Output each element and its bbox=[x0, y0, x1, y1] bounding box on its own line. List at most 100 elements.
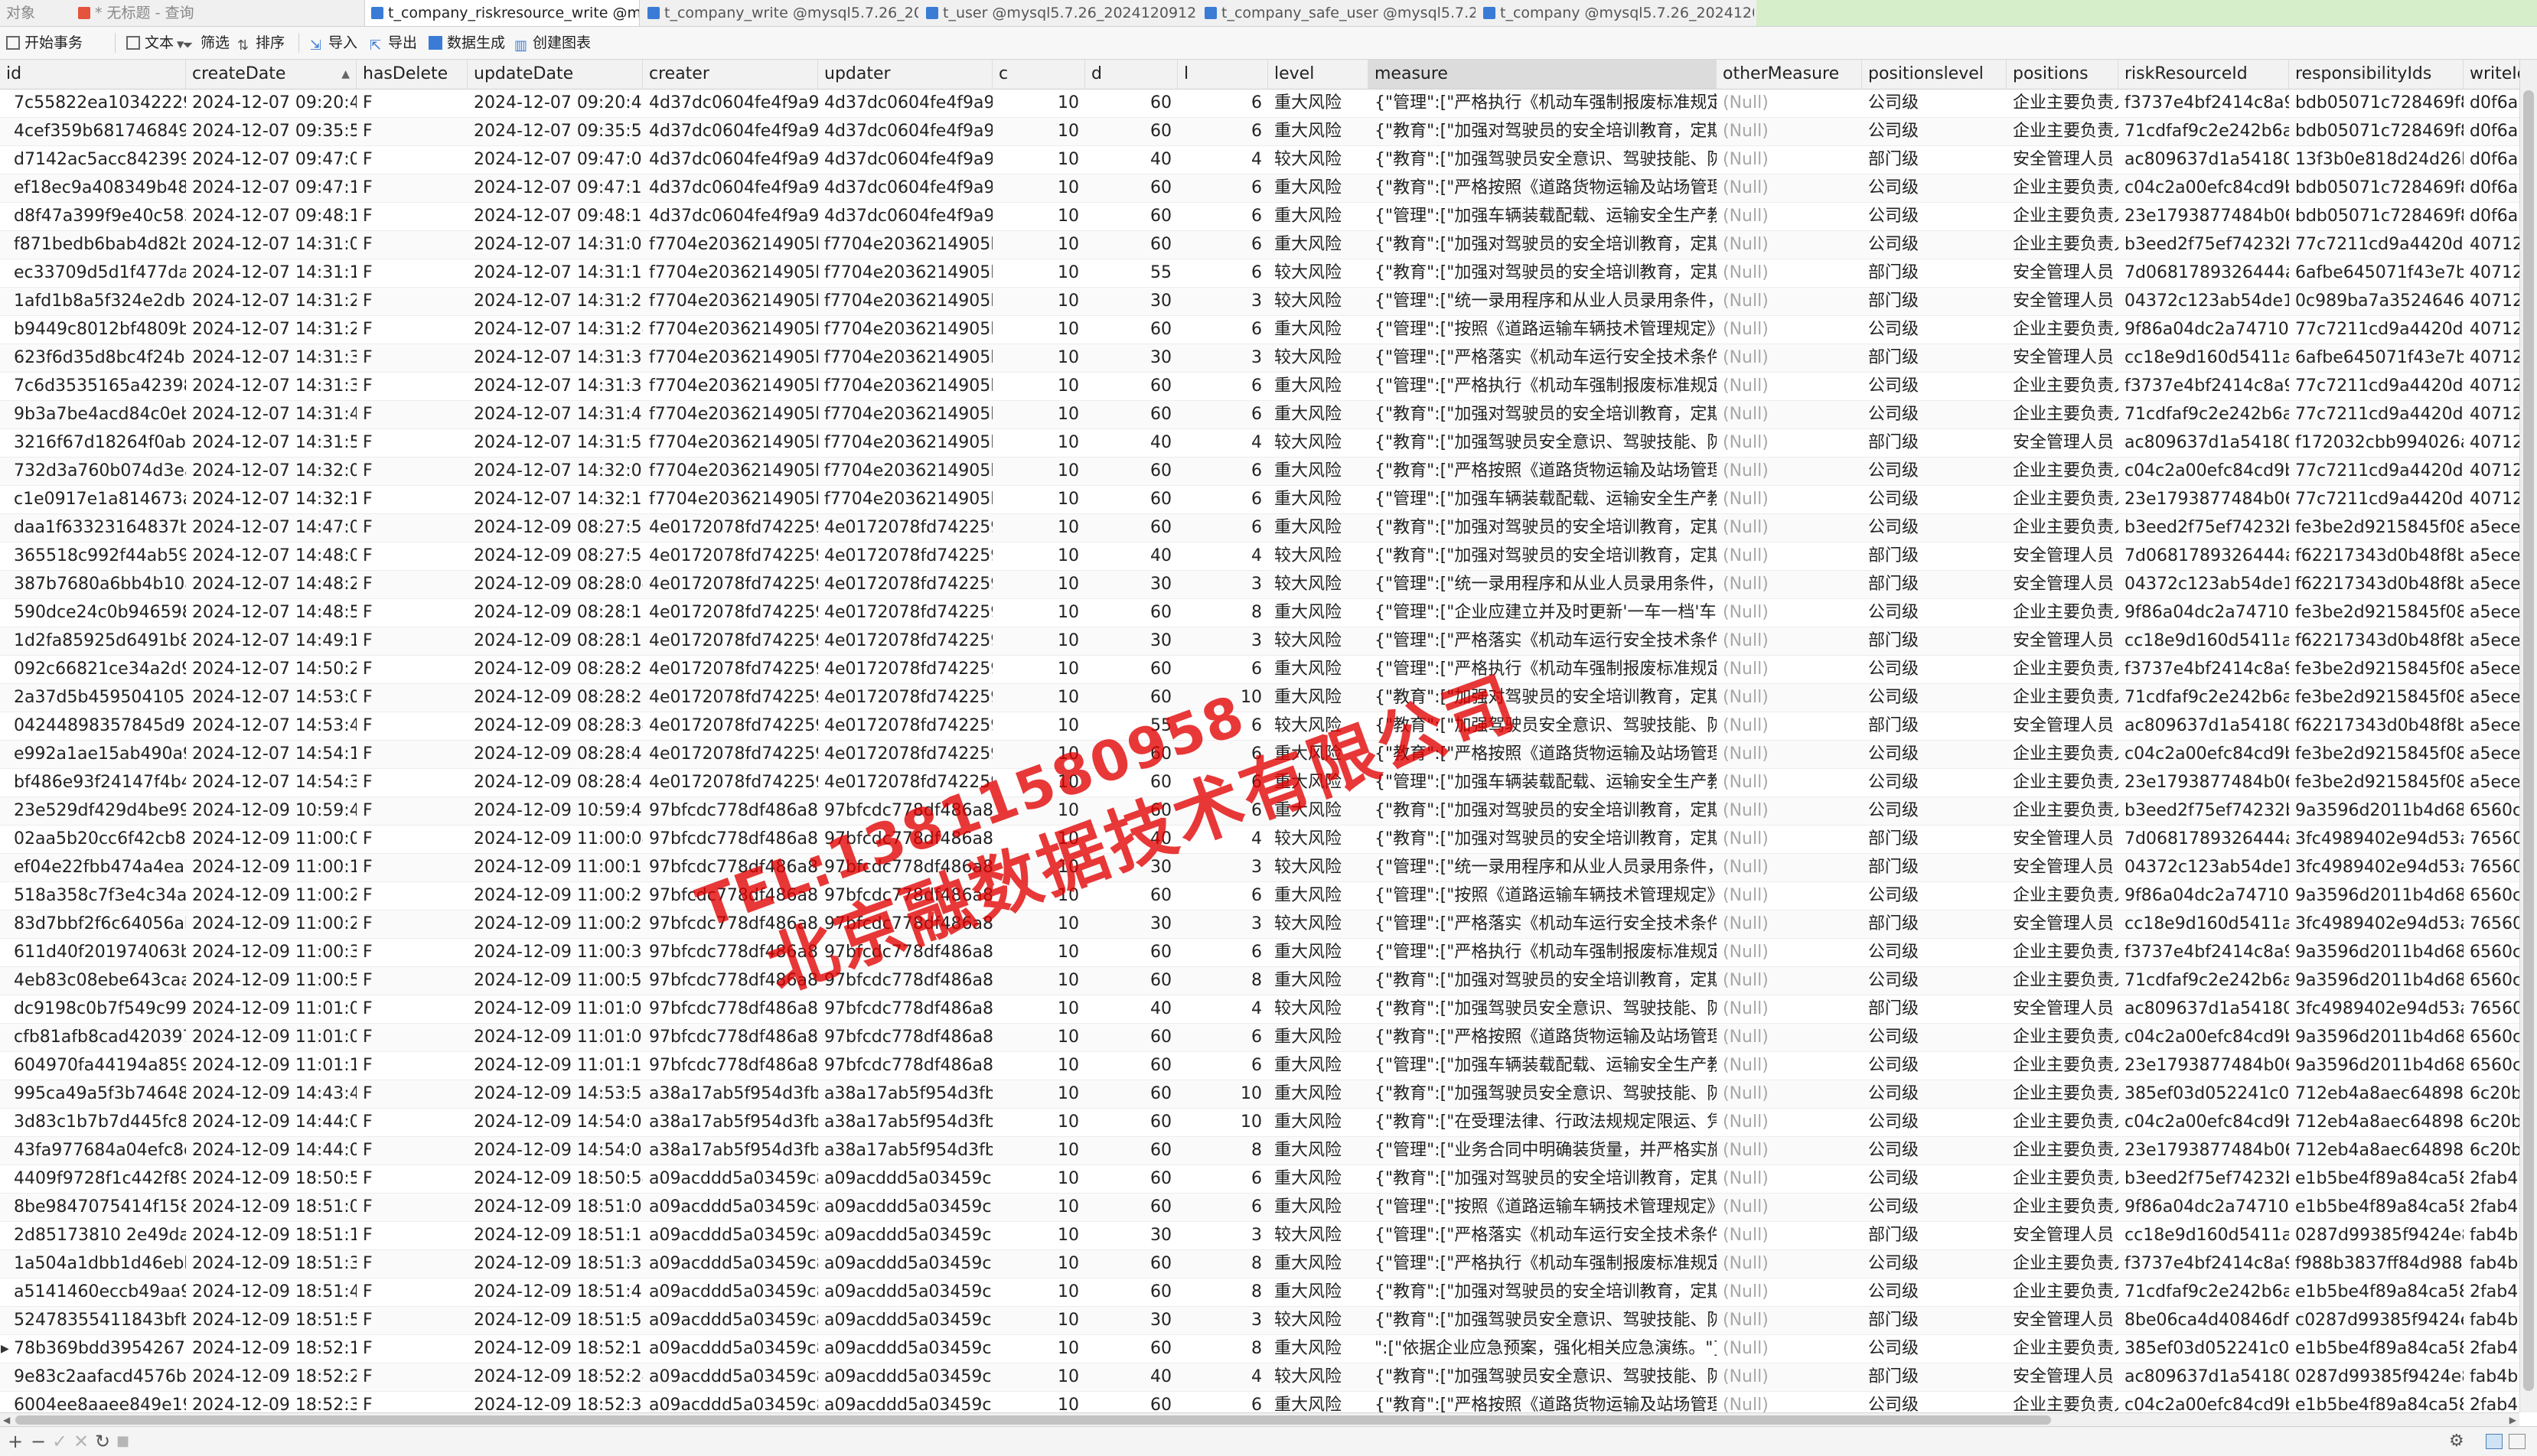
cell-id[interactable]: 3216f67d18264f0ab6 bbox=[8, 429, 186, 457]
cell-creater[interactable]: 4e0172078fd742259 bbox=[643, 542, 818, 570]
cell-responsibility-ids[interactable]: e1b5be4f89a84ca58 bbox=[2289, 1278, 2464, 1306]
cell-measure[interactable]: {"管理":["严格落实《机动车运行安全技术条件》 bbox=[1368, 910, 1717, 938]
cell-level[interactable]: 较大风险 bbox=[1268, 288, 1368, 315]
cell-measure[interactable]: {"教育":["严格按照《道路货物运输及站场管理 bbox=[1368, 174, 1717, 202]
cell-other-measure[interactable]: (Null) bbox=[1717, 1080, 1862, 1108]
vertical-scroll-thumb[interactable] bbox=[2523, 90, 2534, 1391]
cell-level[interactable]: 重大风险 bbox=[1268, 231, 1368, 259]
cell-id[interactable]: a5141460eccb49aa91 bbox=[8, 1278, 186, 1306]
cell-responsibility-ids[interactable]: 712eb4a8aec648989 bbox=[2289, 1137, 2464, 1164]
cell-level[interactable]: 重大风险 bbox=[1268, 1165, 1368, 1193]
cell-updater[interactable]: 4e0172078fd742259 bbox=[818, 627, 993, 655]
cell-positions-level[interactable]: 部门级 bbox=[1862, 542, 2007, 570]
cell-has-delete[interactable]: F bbox=[357, 882, 468, 910]
cell-id[interactable]: 7c55822ea10342229 bbox=[8, 90, 186, 117]
cell-d[interactable]: 30 bbox=[1085, 1222, 1178, 1249]
cell-l[interactable]: 6 bbox=[1178, 514, 1268, 542]
cell-d[interactable]: 30 bbox=[1085, 344, 1178, 372]
cell-id[interactable]: cfb81afb8cad420397 bbox=[8, 1024, 186, 1051]
cell-responsibility-ids[interactable]: 9a3596d2011b4d68b bbox=[2289, 1052, 2464, 1080]
table-row[interactable]: f871bedb6bab4d82b 2024-12-07 14:31:05 F 202… bbox=[0, 231, 2519, 259]
cell-has-delete[interactable]: F bbox=[357, 174, 468, 202]
cell-responsibility-ids[interactable]: 13f3b0e818d24d26b bbox=[2289, 146, 2464, 174]
table-row[interactable]: 2d85173810 2e49dab 2024-12-09 18:51:18 F 20… bbox=[0, 1222, 2519, 1250]
cell-create-date[interactable]: 2024-12-09 11:01:02 bbox=[186, 995, 357, 1023]
cell-positions[interactable]: 安全管理人员 bbox=[2007, 854, 2118, 881]
cell-positions[interactable]: 安全管理人员 bbox=[2007, 712, 2118, 740]
cell-risk-resource-id[interactable]: f3737e4bf2414c8a9c bbox=[2118, 939, 2289, 966]
cell-level[interactable]: 重大风险 bbox=[1268, 882, 1368, 910]
cell-l[interactable]: 4 bbox=[1178, 1363, 1268, 1391]
cell-write-id[interactable]: 40712 bbox=[2464, 231, 2519, 259]
table-row[interactable]: 9e83c2aafacd4576b0 2024-12-09 18:52:24 F 20… bbox=[0, 1363, 2519, 1392]
cell-id[interactable]: daa1f63323164837bc bbox=[8, 514, 186, 542]
cell-id[interactable]: 387b7680a6bb4b10a bbox=[8, 571, 186, 598]
cell-write-id[interactable]: 76560c bbox=[2464, 995, 2519, 1023]
cell-risk-resource-id[interactable]: c04c2a00efc84cd9bf bbox=[2118, 1392, 2289, 1412]
cell-creater[interactable]: 4e0172078fd742259 bbox=[643, 769, 818, 796]
cell-write-id[interactable]: 6560c bbox=[2464, 967, 2519, 995]
cell-risk-resource-id[interactable]: 7d0681789326444a9 bbox=[2118, 259, 2289, 287]
cell-positions[interactable]: 企业主要负责人 bbox=[2007, 1109, 2118, 1136]
cell-measure[interactable]: {"管理":["严格执行《机动车强制报废标准规定》 bbox=[1368, 939, 1717, 966]
cell-has-delete[interactable]: F bbox=[357, 514, 468, 542]
cell-create-date[interactable]: 2024-12-07 14:31:13 bbox=[186, 259, 357, 287]
cell-positions-level[interactable]: 公司级 bbox=[1862, 741, 2007, 768]
cell-d[interactable]: 40 bbox=[1085, 542, 1178, 570]
cell-create-date[interactable]: 2024-12-07 14:48:50 bbox=[186, 599, 357, 627]
cell-creater[interactable]: 97bfcdc778df486a89 bbox=[643, 995, 818, 1023]
cell-positions-level[interactable]: 部门级 bbox=[1862, 146, 2007, 174]
stop-button[interactable]: ■ bbox=[116, 1427, 129, 1456]
cell-id[interactable]: f871bedb6bab4d82b bbox=[8, 231, 186, 259]
cell-other-measure[interactable]: (Null) bbox=[1717, 486, 1862, 513]
cell-positions[interactable]: 安全管理人员 bbox=[2007, 1363, 2118, 1391]
cell-positions[interactable]: 企业主要负责人 bbox=[2007, 486, 2118, 513]
cell-creater[interactable]: f7704e2036214905b bbox=[643, 373, 818, 400]
cell-id[interactable]: ef04e22fbb474a4ea7 bbox=[8, 854, 186, 881]
cell-id[interactable]: 732d3a760b074d3ea bbox=[8, 458, 186, 485]
cell-measure[interactable]: {"管理":["加强车辆装载配载、运输安全生产教 bbox=[1368, 1052, 1717, 1080]
cell-responsibility-ids[interactable]: f62217343d0b48f8b bbox=[2289, 571, 2464, 598]
cell-other-measure[interactable]: (Null) bbox=[1717, 854, 1862, 881]
cell-creater[interactable]: a09acddd5a03459c8 bbox=[643, 1222, 818, 1249]
cell-d[interactable]: 60 bbox=[1085, 373, 1178, 400]
import-button[interactable]: ⇲ 导入 bbox=[310, 27, 357, 59]
table-row[interactable]: bf486e93f24147f4b4 2024-12-07 14:54:37 F 20… bbox=[0, 769, 2519, 797]
table-row[interactable]: 1d2fa85925d6491b8 2024-12-07 14:49:19 F 202… bbox=[0, 627, 2519, 656]
column-header-other-measure[interactable]: otherMeasure bbox=[1717, 60, 1862, 89]
cell-id[interactable]: d8f47a399f9e40c583 bbox=[8, 203, 186, 230]
cell-create-date[interactable]: 2024-12-09 18:51:08 bbox=[186, 1194, 357, 1221]
cell-other-measure[interactable]: (Null) bbox=[1717, 259, 1862, 287]
cell-level[interactable]: 较大风险 bbox=[1268, 571, 1368, 598]
cell-level[interactable]: 重大风险 bbox=[1268, 486, 1368, 513]
cell-update-date[interactable]: 2024-12-09 08:28:11 bbox=[468, 599, 643, 627]
cell-l[interactable]: 6 bbox=[1178, 1392, 1268, 1412]
cell-positions[interactable]: 企业主要负责人 bbox=[2007, 1024, 2118, 1051]
cell-positions-level[interactable]: 公司级 bbox=[1862, 1024, 2007, 1051]
cell-responsibility-ids[interactable]: 77c7211cd9a4420d9 bbox=[2289, 316, 2464, 344]
cell-c[interactable]: 10 bbox=[993, 90, 1085, 117]
cell-measure[interactable]: {"教育":["加强驾驶员安全意识、驾驶技能、防 bbox=[1368, 712, 1717, 740]
cell-risk-resource-id[interactable]: 9f86a04dc2a74710a bbox=[2118, 316, 2289, 344]
table-row[interactable]: 4409f9728f1c442f89 2024-12-09 18:50:54 F 20… bbox=[0, 1165, 2519, 1194]
table-row[interactable]: 623f6d35d8bc4f24b5 2024-12-07 14:31:31 F 20… bbox=[0, 344, 2519, 373]
cell-level[interactable]: 较大风险 bbox=[1268, 1307, 1368, 1334]
cell-other-measure[interactable]: (Null) bbox=[1717, 939, 1862, 966]
cell-c[interactable]: 10 bbox=[993, 1392, 1085, 1412]
table-row[interactable]: 732d3a760b074d3ea 2024-12-07 14:32:05 F 202… bbox=[0, 458, 2519, 486]
cell-write-id[interactable]: 76560c bbox=[2464, 826, 2519, 853]
cell-update-date[interactable]: 2024-12-09 10:59:46 bbox=[468, 797, 643, 825]
cell-other-measure[interactable]: (Null) bbox=[1717, 1392, 1862, 1412]
cell-has-delete[interactable]: F bbox=[357, 995, 468, 1023]
cell-has-delete[interactable]: F bbox=[357, 854, 468, 881]
cell-create-date[interactable]: 2024-12-09 18:52:36 bbox=[186, 1392, 357, 1412]
cell-create-date[interactable]: 2024-12-09 18:51:43 bbox=[186, 1278, 357, 1306]
cell-positions-level[interactable]: 公司级 bbox=[1862, 1335, 2007, 1363]
cell-has-delete[interactable]: F bbox=[357, 401, 468, 428]
cell-c[interactable]: 10 bbox=[993, 1109, 1085, 1136]
cell-positions[interactable]: 企业主要负责人 bbox=[2007, 1080, 2118, 1108]
cell-id[interactable]: 04244898357845d9a bbox=[8, 712, 186, 740]
cell-write-id[interactable]: fab4b bbox=[2464, 1222, 2519, 1249]
cell-risk-resource-id[interactable]: c04c2a00efc84cd9bf bbox=[2118, 1109, 2289, 1136]
cell-responsibility-ids[interactable]: e1b5be4f89a84ca58 bbox=[2289, 1392, 2464, 1412]
